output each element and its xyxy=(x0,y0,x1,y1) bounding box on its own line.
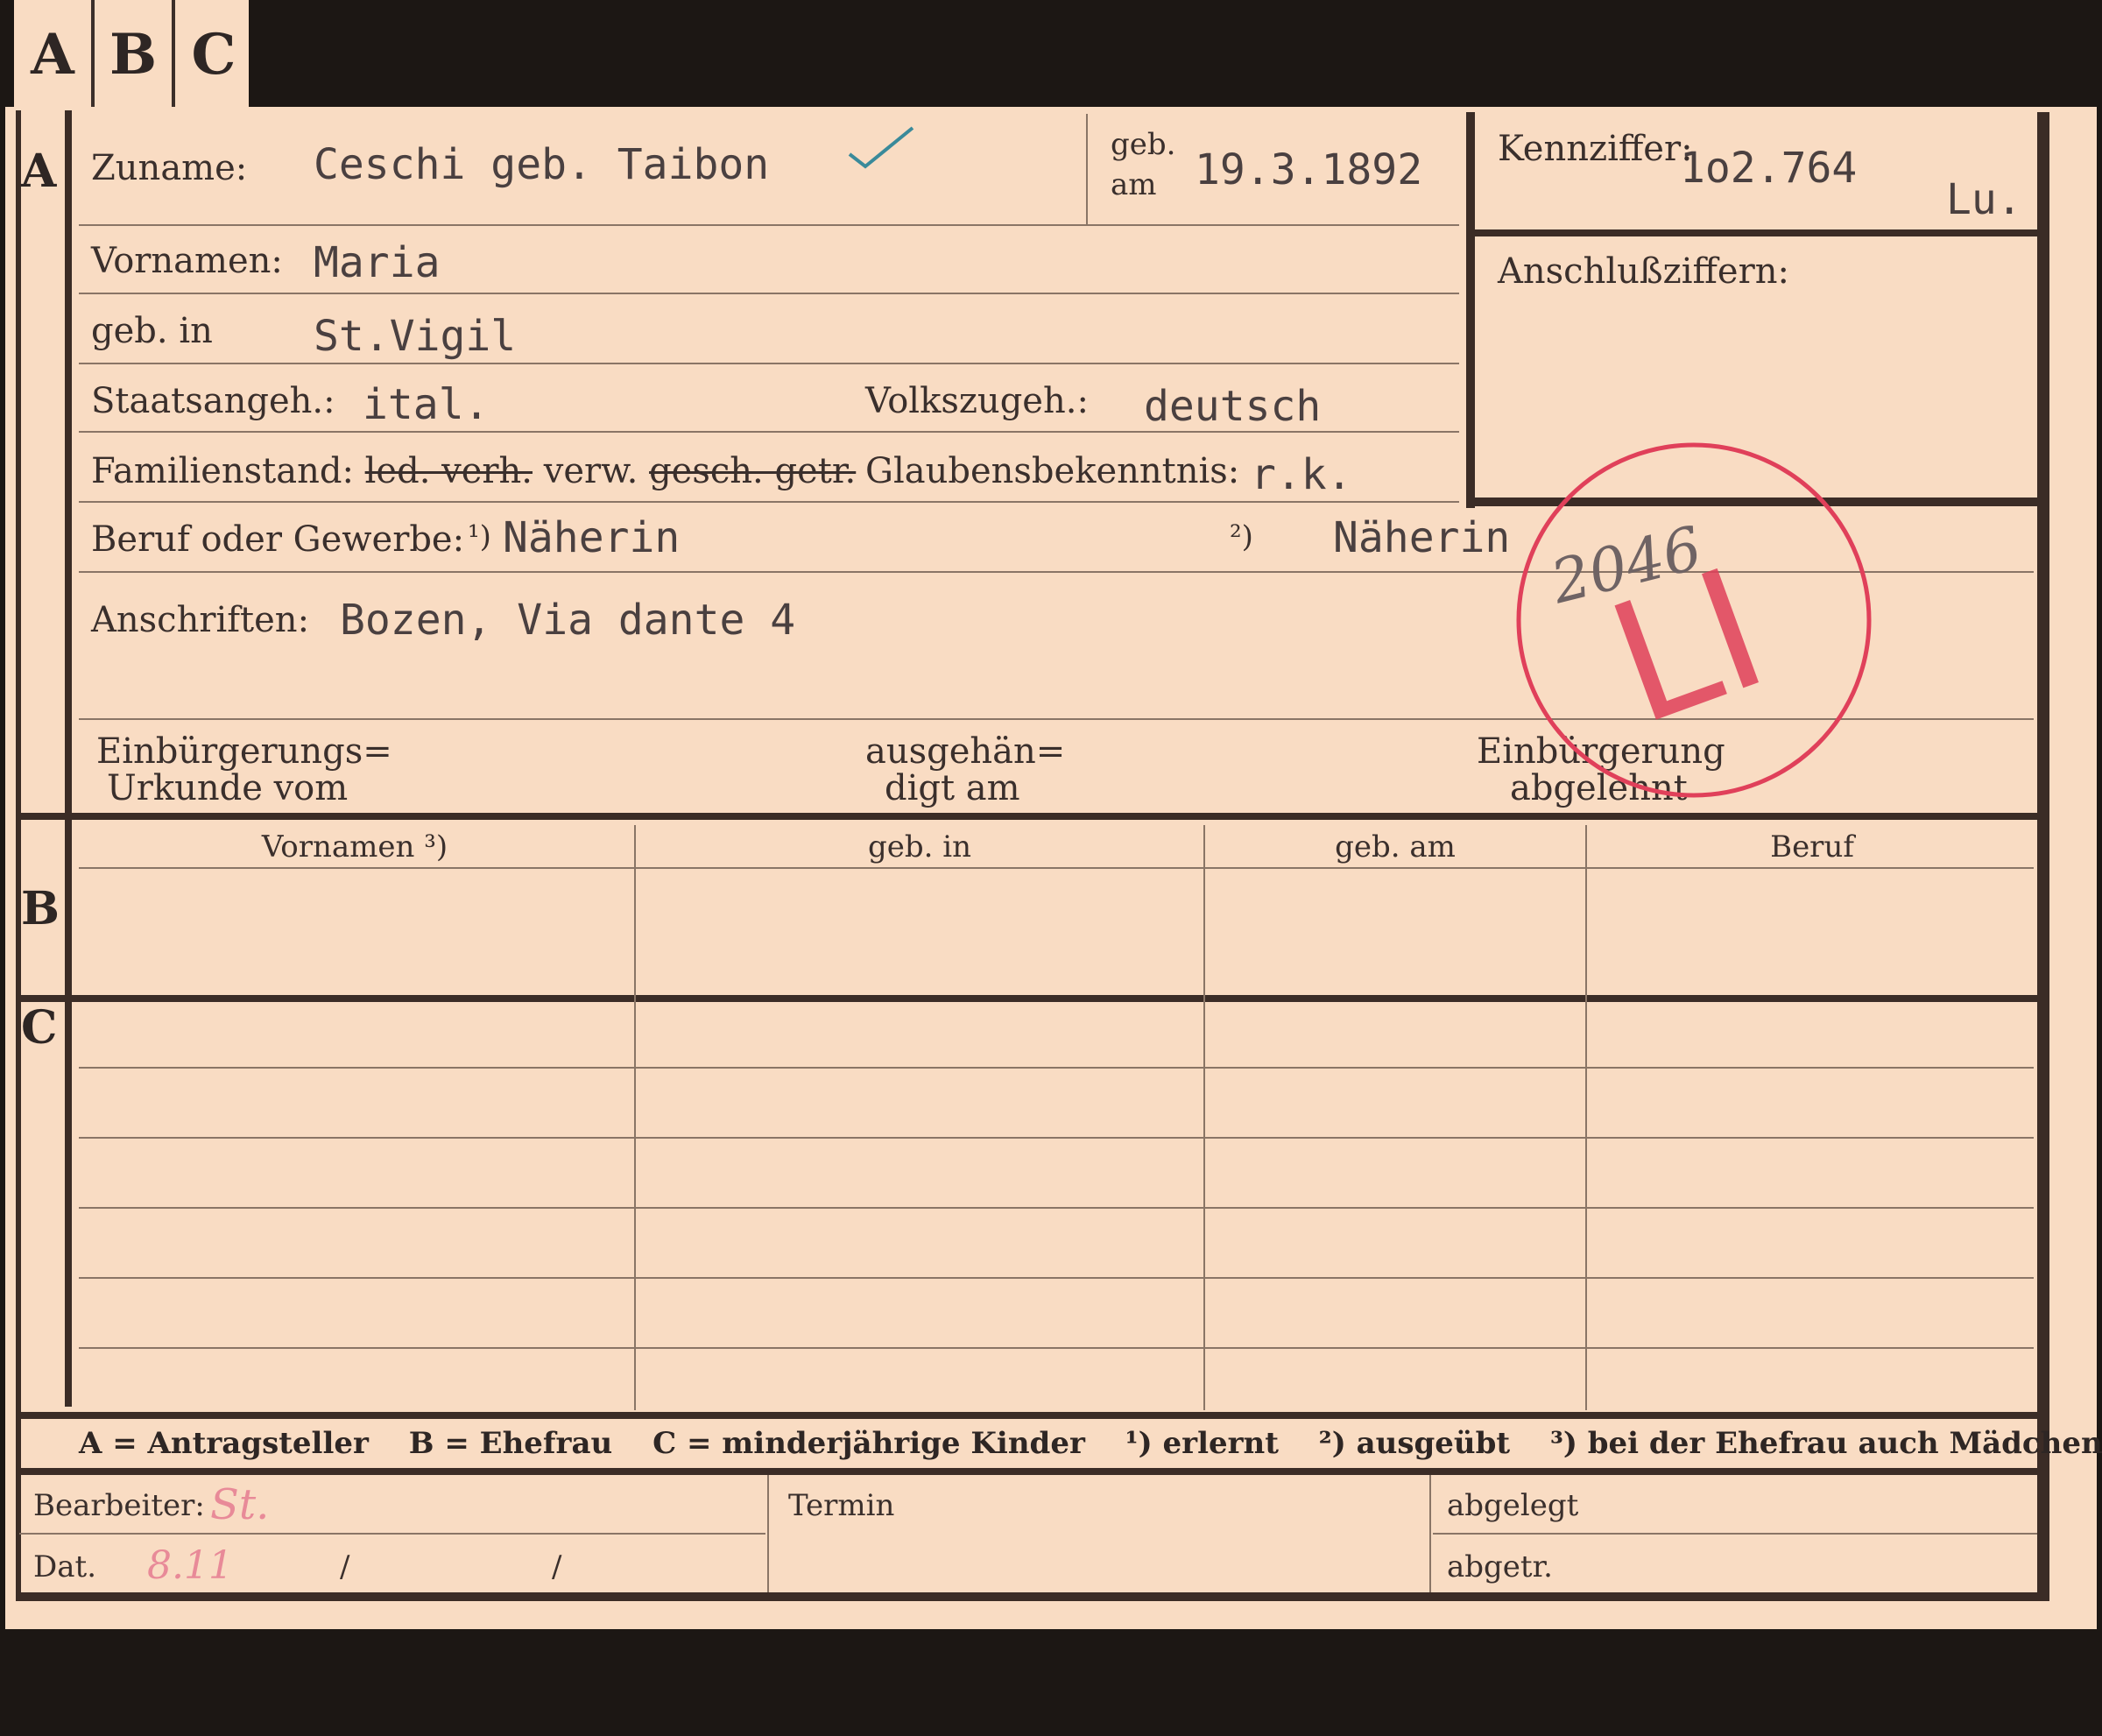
birthplace-value[interactable]: St.Vigil xyxy=(314,315,516,357)
date-separator-2: / xyxy=(552,1549,562,1584)
citizenship-label: Staatsangeh.: xyxy=(91,381,335,421)
address-value[interactable]: Bozen, Via dante 4 xyxy=(340,599,795,641)
firstname-label: Vornamen: xyxy=(91,241,283,281)
row-rule xyxy=(79,293,1459,294)
header-occupation: Beruf xyxy=(1770,829,1854,864)
filed2-label: abgetr. xyxy=(1447,1549,1553,1584)
born-on-divider xyxy=(1086,114,1088,224)
id-number-value[interactable]: 1o2.764 xyxy=(1680,147,1857,189)
clerk-signature: St. xyxy=(210,1480,270,1529)
birthplace-label: geb. in xyxy=(91,311,213,351)
li-stamp-icon: LI 2046 xyxy=(1516,442,1872,798)
id-box-divider xyxy=(1466,229,2039,236)
table-col-divider xyxy=(634,825,636,1410)
legend-learned: ¹) erlernt xyxy=(1125,1426,1279,1461)
tab-a[interactable]: A xyxy=(14,0,91,109)
row-rule xyxy=(79,431,1459,433)
firstname-value[interactable]: Maria xyxy=(314,242,441,284)
term-label: Termin xyxy=(788,1488,895,1523)
date-separator-1: / xyxy=(340,1549,350,1584)
left-edge xyxy=(16,110,21,1599)
occupation-label: Beruf oder Gewerbe: xyxy=(91,519,465,560)
connection-numbers-label: Anschlußziffern: xyxy=(1498,251,1789,292)
occupation-value-2[interactable]: Näherin xyxy=(1333,517,1510,559)
date-label: Dat. xyxy=(33,1549,97,1584)
naturalization-label-2: Urkunde vom xyxy=(107,768,349,808)
section-c-label: C xyxy=(21,1001,58,1055)
section-b-label: B xyxy=(21,882,60,935)
legend-a: A = Antragsteller xyxy=(79,1426,369,1461)
table-col-divider xyxy=(1203,825,1205,1410)
footer-divider xyxy=(767,1475,769,1592)
right-edge-bar xyxy=(2037,112,2049,1601)
table-header-rule xyxy=(79,867,2034,869)
marital-struck-options-2: gesch. getr. xyxy=(649,451,857,491)
legend-b: B = Ehefrau xyxy=(408,1426,613,1461)
born-on-label-1: geb. xyxy=(1111,127,1176,162)
marital-selected-option[interactable]: verw. xyxy=(544,451,638,491)
section-a-bottom-rule xyxy=(16,813,2039,820)
date-value: 8.11 xyxy=(147,1543,233,1588)
abc-tabs: A B C xyxy=(14,0,249,109)
table-row xyxy=(79,1277,2034,1279)
legend-practiced: ²) ausgeübt xyxy=(1318,1426,1511,1461)
footer-rule xyxy=(1433,1533,2037,1535)
header-birth-date: geb. am xyxy=(1335,829,1456,864)
occupation-mark-1: ¹) xyxy=(468,519,491,554)
clerk-label: Bearbeiter: xyxy=(33,1488,205,1523)
section-a-label: A xyxy=(21,145,57,198)
born-on-value[interactable]: 19.3.1892 xyxy=(1195,149,1422,191)
marital-struck-options-1: led. verh. xyxy=(364,451,533,491)
header-first-names: Vornamen ³) xyxy=(261,829,448,864)
marital-label: Familienstand: led. verh. verw. gesch. g… xyxy=(91,454,856,489)
header-birthplace: geb. in xyxy=(867,829,972,864)
handed-label-2: digt am xyxy=(885,768,1020,808)
handed-label-1: ausgehän= xyxy=(865,731,1066,772)
card-bottom-rule xyxy=(16,1592,2049,1601)
religion-label: Glaubensbekenntnis: xyxy=(865,451,1240,491)
naturalization-label-1: Einbürgerungs= xyxy=(96,731,392,772)
check-mark-icon xyxy=(848,126,914,169)
religion-value[interactable]: r.k. xyxy=(1251,454,1352,496)
id-number-label: Kennziffer: xyxy=(1498,129,1693,169)
section-column-bar xyxy=(65,110,72,1407)
surname-value[interactable]: Ceschi geb. Taibon xyxy=(314,144,769,186)
legend: A = Antragsteller B = Ehefrau C = minder… xyxy=(79,1426,2102,1461)
ethnicity-value[interactable]: deutsch xyxy=(1144,385,1321,427)
section-b-bottom-rule xyxy=(16,995,2039,1002)
legend-top-rule xyxy=(16,1412,2039,1419)
table-row xyxy=(79,1207,2034,1209)
surname-label: Zuname: xyxy=(91,148,248,188)
legend-bottom-rule xyxy=(16,1468,2039,1475)
filed-label: abgelegt xyxy=(1447,1488,1579,1523)
legend-c: C = minderjährige Kinder xyxy=(652,1426,1085,1461)
occupation-value-1[interactable]: Näherin xyxy=(503,517,680,559)
footer-rule xyxy=(19,1533,765,1535)
footer-divider xyxy=(1429,1475,1431,1592)
address-label: Anschriften: xyxy=(91,600,310,640)
row-rule xyxy=(79,501,1459,503)
tab-b[interactable]: B xyxy=(95,0,172,109)
id-box-left xyxy=(1466,112,1475,508)
born-on-label-2: am xyxy=(1111,167,1157,202)
citizenship-value[interactable]: ital. xyxy=(363,384,490,426)
table-col-divider xyxy=(1585,825,1587,1410)
id-number-suffix: Lu. xyxy=(1946,175,2022,224)
table-row xyxy=(79,1067,2034,1069)
ethnicity-label: Volkszugeh.: xyxy=(865,381,1089,421)
marital-label-text: Familienstand: xyxy=(91,451,354,491)
table-row xyxy=(79,1347,2034,1349)
occupation-mark-2: ²) xyxy=(1230,519,1253,554)
legend-maiden-name: ³) bei der Ehefrau auch Mädchenname xyxy=(1549,1426,2102,1461)
table-row xyxy=(79,1137,2034,1139)
row-rule xyxy=(79,224,1459,226)
tab-c[interactable]: C xyxy=(175,0,252,109)
row-rule xyxy=(79,363,1459,364)
